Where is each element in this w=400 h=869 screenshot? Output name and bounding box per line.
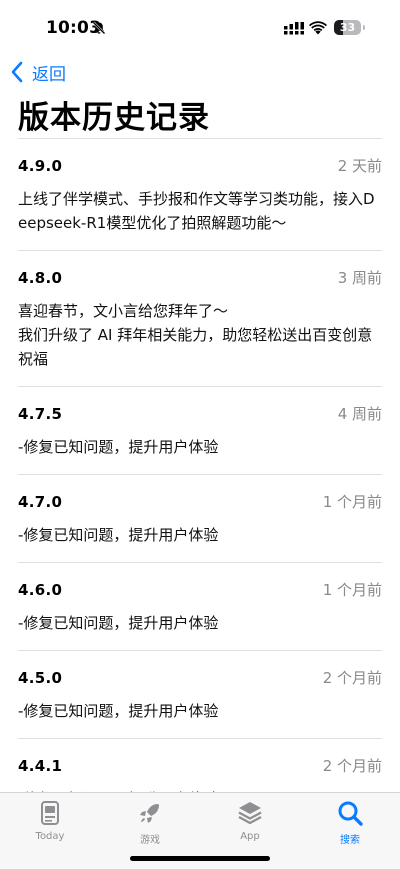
status-bar: 10:03 33 (0, 0, 400, 54)
version-number: 4.4.1 (18, 757, 63, 775)
tab-apps-label: App (240, 831, 260, 842)
back-button[interactable]: 返回 (10, 58, 66, 86)
version-date: 2 个月前 (322, 757, 382, 775)
home-indicator[interactable] (130, 856, 270, 861)
tab-apps[interactable]: App (215, 799, 285, 842)
version-date: 3 周前 (337, 269, 382, 287)
bell-muted-icon (92, 21, 106, 35)
battery-nub (363, 25, 365, 30)
version-number: 4.5.0 (18, 669, 63, 687)
today-icon (41, 801, 59, 825)
release-notes: 喜迎春节，文小言给您拜年了～ 我们升级了 AI 拜年相关能力，助您轻松送出百变创… (18, 302, 373, 368)
tab-today-label: Today (35, 831, 65, 842)
version-entry-4-5-0: 4.5.0 2 个月前 -修复已知问题，提升用户体验 (18, 650, 382, 738)
version-date: 1 个月前 (322, 493, 382, 511)
version-number: 4.6.0 (18, 581, 63, 599)
release-notes: 上线了伴学模式、手抄报和作文等学习类功能，接入Deepseek-R1模型优化了拍… (18, 190, 375, 232)
tab-search-label: 搜索 (340, 835, 360, 846)
chevron-left-icon (11, 61, 23, 83)
back-label: 返回 (32, 64, 66, 85)
version-history-list[interactable]: 4.9.0 2 天前 上线了伴学模式、手抄报和作文等学习类功能，接入Deepse… (18, 138, 382, 847)
version-number: 4.7.5 (18, 405, 63, 423)
release-notes: -修复已知问题，提升用户体验 (18, 702, 219, 720)
version-entry-4-6-0: 4.6.0 1 个月前 -修复已知问题，提升用户体验 (18, 562, 382, 650)
wifi-icon (309, 21, 327, 35)
release-notes: -修复已知问题，提升用户体验 (18, 526, 219, 544)
version-date: 2 个月前 (322, 669, 382, 687)
tab-games[interactable]: 游戏 (115, 799, 185, 846)
rocket-icon (140, 804, 159, 823)
page-title: 版本历史记录 (18, 100, 210, 136)
tab-today[interactable]: Today (15, 799, 85, 842)
layers-icon (238, 802, 262, 825)
version-entry-4-7-0: 4.7.0 1 个月前 -修复已知问题，提升用户体验 (18, 474, 382, 562)
battery-indicator: 33 (334, 20, 361, 35)
version-date: 1 个月前 (322, 581, 382, 599)
version-date: 2 天前 (337, 157, 382, 175)
tab-search[interactable]: 搜索 (315, 799, 385, 846)
version-entry-4-7-5: 4.7.5 4 周前 -修复已知问题，提升用户体验 (18, 386, 382, 474)
tab-games-label: 游戏 (140, 835, 160, 846)
release-notes: -修复已知问题，提升用户体验 (18, 614, 219, 632)
app-store-version-history-screen: 10:03 33 返回 版本历史记录 4.9.0 2 天前 上线了伴学模式、手抄… (0, 0, 400, 869)
version-number: 4.7.0 (18, 493, 63, 511)
version-number: 4.8.0 (18, 269, 63, 287)
version-number: 4.9.0 (18, 157, 63, 175)
tab-bar: Today 游戏 App 搜索 (0, 792, 400, 869)
release-notes: -修复已知问题，提升用户体验 (18, 438, 219, 456)
version-entry-4-9-0: 4.9.0 2 天前 上线了伴学模式、手抄报和作文等学习类功能，接入Deepse… (18, 138, 382, 250)
version-entry-4-8-0: 4.8.0 3 周前 喜迎春节，文小言给您拜年了～ 我们升级了 AI 拜年相关能… (18, 250, 382, 386)
battery-percent: 33 (339, 21, 356, 34)
cellular-signal-icon (284, 22, 304, 35)
search-icon (338, 801, 363, 826)
version-date: 4 周前 (337, 405, 382, 423)
